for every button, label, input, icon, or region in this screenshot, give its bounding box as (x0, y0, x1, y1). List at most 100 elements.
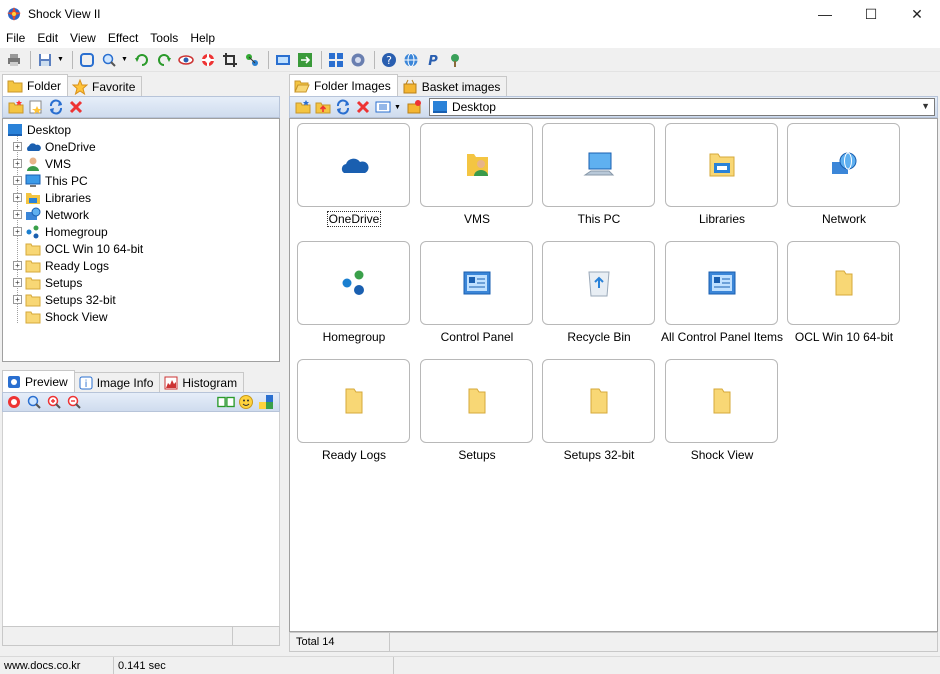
save-button[interactable] (35, 50, 55, 70)
tree-item-label: Libraries (45, 190, 92, 205)
tab-favorite[interactable]: Favorite (67, 76, 143, 96)
print-button[interactable] (4, 50, 24, 70)
smile-button[interactable] (237, 393, 255, 411)
view-mode-button[interactable] (374, 98, 392, 116)
red-eye-button[interactable] (176, 50, 196, 70)
minimize-button[interactable]: — (802, 0, 848, 28)
exit-button[interactable] (445, 50, 465, 70)
help-ring-button[interactable] (198, 50, 218, 70)
tree-item-setups[interactable]: + Setups (13, 274, 82, 291)
tree-item-setups-32[interactable]: + Setups 32-bit (13, 291, 116, 308)
add-basket-button[interactable] (405, 98, 423, 116)
rotate-left-button[interactable] (132, 50, 152, 70)
thumbnail-onedrive[interactable] (297, 123, 410, 207)
tree-item-desktop[interactable]: Desktop (7, 121, 71, 138)
new-folder-button[interactable] (294, 98, 312, 116)
view-mode-dropdown-icon[interactable]: ▼ (394, 104, 401, 111)
tab-preview[interactable]: Preview (2, 370, 75, 392)
tab-image-info[interactable]: i Image Info (73, 372, 161, 392)
menu-view[interactable]: View (64, 28, 102, 48)
zoom-actual-button[interactable] (25, 393, 43, 411)
properties-button[interactable]: P (423, 50, 443, 70)
tab-folder-images[interactable]: Folder Images (289, 74, 398, 96)
thumbnail-this-pc[interactable] (542, 123, 655, 207)
menu-file[interactable]: File (0, 28, 31, 48)
help-button[interactable]: ? (379, 50, 399, 70)
menu-tools[interactable]: Tools (144, 28, 184, 48)
tree-item-ready-logs[interactable]: + Ready Logs (13, 257, 109, 274)
menu-help[interactable]: Help (184, 28, 221, 48)
tab-basket-images[interactable]: Basket images (396, 76, 508, 96)
thumbnail-vms[interactable] (420, 123, 533, 207)
expand-icon[interactable]: + (13, 193, 22, 202)
tab-histogram[interactable]: Histogram (159, 372, 245, 392)
thumbnail-libraries[interactable] (665, 123, 778, 207)
rotate-right-button[interactable] (154, 50, 174, 70)
save-dropdown-icon[interactable]: ▼ (57, 56, 64, 63)
total-count: Total 14 (290, 633, 390, 651)
thumbnail-control-panel[interactable] (420, 241, 533, 325)
new-folder-button[interactable] (7, 98, 25, 116)
expand-icon[interactable]: + (13, 176, 22, 185)
expand-icon[interactable]: + (13, 278, 22, 287)
thumbnail-label: Libraries (698, 212, 746, 226)
zoom-out-button[interactable] (65, 393, 83, 411)
thumbnail-network[interactable] (787, 123, 900, 207)
color-button[interactable] (257, 393, 275, 411)
screen-capture-button[interactable] (348, 50, 368, 70)
close-button[interactable]: ✕ (894, 0, 940, 28)
maximize-button[interactable]: ☐ (848, 0, 894, 28)
convert-button[interactable] (295, 50, 315, 70)
thumbnail-all-control-panel-items[interactable] (665, 241, 778, 325)
chevron-down-icon[interactable]: ▼ (921, 101, 930, 111)
expand-icon[interactable]: + (13, 159, 22, 168)
expand-icon[interactable]: + (13, 295, 22, 304)
refresh-button[interactable] (334, 98, 352, 116)
address-combo[interactable]: Desktop ▼ (428, 98, 935, 116)
p-letter-icon: P (428, 54, 438, 68)
up-folder-button[interactable] (314, 98, 332, 116)
expand-icon[interactable]: + (13, 261, 22, 270)
tree-item-this-pc[interactable]: + This PC (13, 172, 88, 189)
thumbnail-homegroup[interactable] (297, 241, 410, 325)
panel-splitter[interactable] (281, 74, 287, 656)
menu-bar: File Edit View Effect Tools Help (0, 28, 940, 48)
tree-item-onedrive[interactable]: + OneDrive (13, 138, 96, 155)
fullscreen-button[interactable] (77, 50, 97, 70)
tree-item-homegroup[interactable]: + Homegroup (13, 223, 108, 240)
zoom-in-button[interactable] (45, 393, 63, 411)
menu-edit[interactable]: Edit (31, 28, 64, 48)
zoom-dropdown-icon[interactable]: ▼ (121, 56, 128, 63)
delete-button[interactable] (354, 98, 372, 116)
tree-item-network[interactable]: + Network (13, 206, 89, 223)
tree-item-shock-view[interactable]: Shock View (25, 308, 107, 325)
thumbnail-ready-logs[interactable] (297, 359, 410, 443)
tree-item-ocl-win10[interactable]: OCL Win 10 64-bit (25, 240, 143, 257)
dual-view-button[interactable] (217, 393, 235, 411)
tree-item-label: OneDrive (45, 139, 96, 154)
thumbnail-setups[interactable] (420, 359, 533, 443)
magnifier-icon (27, 395, 41, 409)
web-button[interactable] (401, 50, 421, 70)
menu-effect[interactable]: Effect (102, 28, 144, 48)
thumbnail-ocl-win10[interactable] (787, 241, 900, 325)
delete-button[interactable] (67, 98, 85, 116)
refresh-button[interactable] (47, 98, 65, 116)
thumbnail-recycle-bin[interactable] (542, 241, 655, 325)
tree-item-vms[interactable]: + VMS (13, 155, 71, 172)
tree-item-libraries[interactable]: + Libraries (13, 189, 91, 206)
thumbnail-view-button[interactable] (326, 50, 346, 70)
fit-button[interactable] (5, 393, 23, 411)
expand-icon[interactable]: + (13, 210, 22, 219)
slideshow-button[interactable] (273, 50, 293, 70)
tab-folder[interactable]: Folder (2, 74, 69, 96)
expand-icon[interactable]: + (13, 227, 22, 236)
thumbnail-shock-view[interactable] (665, 359, 778, 443)
crop-button[interactable] (220, 50, 240, 70)
add-favorite-button[interactable] (27, 98, 45, 116)
zoom-button[interactable] (99, 50, 119, 70)
view-mode-icon (375, 101, 391, 113)
effect-button[interactable] (242, 50, 262, 70)
thumbnail-setups-32[interactable] (542, 359, 655, 443)
expand-icon[interactable]: + (13, 142, 22, 151)
